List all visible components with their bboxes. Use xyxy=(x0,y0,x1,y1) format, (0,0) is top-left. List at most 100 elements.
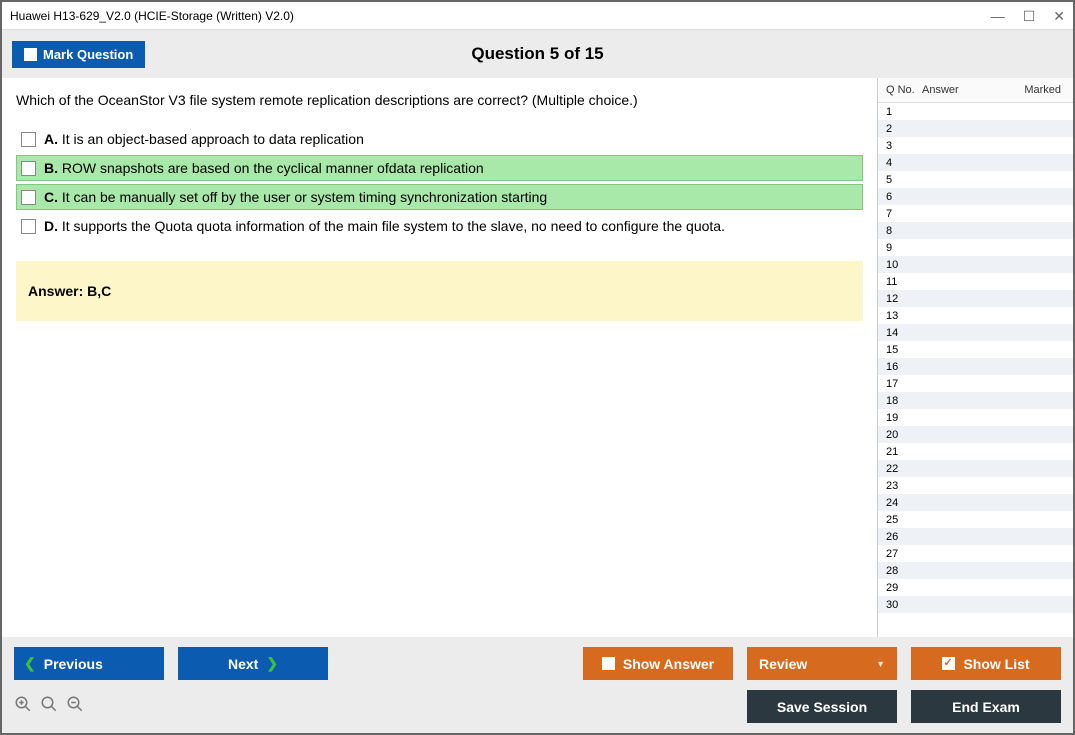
previous-label: Previous xyxy=(44,656,103,672)
checkbox-icon xyxy=(602,657,615,670)
titlebar: Huawei H13-629_V2.0 (HCIE-Storage (Writt… xyxy=(2,2,1073,30)
question-list-row[interactable]: 22 xyxy=(878,460,1073,477)
main-row: Which of the OceanStor V3 file system re… xyxy=(2,78,1073,637)
question-list-row[interactable]: 18 xyxy=(878,392,1073,409)
next-label: Next xyxy=(228,656,258,672)
question-list-row[interactable]: 9 xyxy=(878,239,1073,256)
next-button[interactable]: Next ❯ xyxy=(178,647,328,680)
question-list-row[interactable]: 26 xyxy=(878,528,1073,545)
option-row[interactable]: D. It supports the Quota quota informati… xyxy=(16,213,863,239)
row-qno: 18 xyxy=(882,395,922,407)
row-qno: 12 xyxy=(882,293,922,305)
question-list-row[interactable]: 14 xyxy=(878,324,1073,341)
question-list-row[interactable]: 12 xyxy=(878,290,1073,307)
question-list-row[interactable]: 17 xyxy=(878,375,1073,392)
question-list-row[interactable]: 15 xyxy=(878,341,1073,358)
header-qno: Q No. xyxy=(882,84,922,96)
question-list-row[interactable]: 23 xyxy=(878,477,1073,494)
question-list-row[interactable]: 16 xyxy=(878,358,1073,375)
save-session-button[interactable]: Save Session xyxy=(747,690,897,723)
show-answer-button[interactable]: Show Answer xyxy=(583,647,733,680)
question-list-row[interactable]: 11 xyxy=(878,273,1073,290)
row-qno: 2 xyxy=(882,123,922,135)
zoom-in-icon[interactable] xyxy=(14,695,32,718)
option-checkbox[interactable] xyxy=(21,190,36,205)
row-qno: 13 xyxy=(882,310,922,322)
question-list-row[interactable]: 28 xyxy=(878,562,1073,579)
show-list-button[interactable]: Show List xyxy=(911,647,1061,680)
row-qno: 10 xyxy=(882,259,922,271)
option-checkbox[interactable] xyxy=(21,161,36,176)
chevron-down-icon: ▼ xyxy=(876,659,885,669)
question-list-row[interactable]: 25 xyxy=(878,511,1073,528)
question-list-row[interactable]: 27 xyxy=(878,545,1073,562)
question-list-row[interactable]: 1 xyxy=(878,103,1073,120)
mark-question-button[interactable]: Mark Question xyxy=(12,41,145,68)
question-list-row[interactable]: 7 xyxy=(878,205,1073,222)
end-exam-button[interactable]: End Exam xyxy=(911,690,1061,723)
question-list-row[interactable]: 20 xyxy=(878,426,1073,443)
question-list-row[interactable]: 8 xyxy=(878,222,1073,239)
question-list-row[interactable]: 2 xyxy=(878,120,1073,137)
option-row[interactable]: B. ROW snapshots are based on the cyclic… xyxy=(16,155,863,181)
row-qno: 7 xyxy=(882,208,922,220)
bottom-row-1: ❮ Previous Next ❯ Show Answer Review ▼ S… xyxy=(14,647,1061,680)
question-list-row[interactable]: 6 xyxy=(878,188,1073,205)
row-qno: 8 xyxy=(882,225,922,237)
mark-checkbox-icon xyxy=(24,48,37,61)
row-qno: 29 xyxy=(882,582,922,594)
question-list-row[interactable]: 29 xyxy=(878,579,1073,596)
row-qno: 28 xyxy=(882,565,922,577)
row-qno: 21 xyxy=(882,446,922,458)
row-qno: 11 xyxy=(882,276,922,288)
row-qno: 4 xyxy=(882,157,922,169)
show-list-label: Show List xyxy=(963,656,1029,672)
question-counter: Question 5 of 15 xyxy=(471,44,603,64)
question-list-row[interactable]: 13 xyxy=(878,307,1073,324)
chevron-right-icon: ❯ xyxy=(266,655,278,672)
minimize-icon[interactable]: — xyxy=(991,9,1005,23)
question-list-panel: Q No. Answer Marked 12345678910111213141… xyxy=(877,78,1073,637)
end-exam-label: End Exam xyxy=(952,699,1020,715)
zoom-reset-icon[interactable] xyxy=(40,695,58,718)
header-answer: Answer xyxy=(922,84,982,96)
row-qno: 9 xyxy=(882,242,922,254)
question-text: Which of the OceanStor V3 file system re… xyxy=(16,92,863,108)
row-qno: 3 xyxy=(882,140,922,152)
row-qno: 1 xyxy=(882,106,922,118)
question-list-header: Q No. Answer Marked xyxy=(878,78,1073,103)
option-row[interactable]: A. It is an object-based approach to dat… xyxy=(16,126,863,152)
question-list-row[interactable]: 10 xyxy=(878,256,1073,273)
header-marked: Marked xyxy=(982,84,1069,96)
maximize-icon[interactable]: ☐ xyxy=(1023,9,1036,23)
answer-text: Answer: B,C xyxy=(28,283,111,299)
option-checkbox[interactable] xyxy=(21,219,36,234)
zoom-out-icon[interactable] xyxy=(66,695,84,718)
question-list-row[interactable]: 30 xyxy=(878,596,1073,613)
question-list-row[interactable]: 4 xyxy=(878,154,1073,171)
option-row[interactable]: C. It can be manually set off by the use… xyxy=(16,184,863,210)
row-qno: 23 xyxy=(882,480,922,492)
option-label: B. ROW snapshots are based on the cyclic… xyxy=(44,160,858,176)
chevron-left-icon: ❮ xyxy=(24,655,36,672)
answer-box: Answer: B,C xyxy=(16,261,863,321)
question-list-row[interactable]: 3 xyxy=(878,137,1073,154)
option-label: A. It is an object-based approach to dat… xyxy=(44,131,858,147)
question-list-row[interactable]: 19 xyxy=(878,409,1073,426)
previous-button[interactable]: ❮ Previous xyxy=(14,647,164,680)
review-button[interactable]: Review ▼ xyxy=(747,647,897,680)
close-icon[interactable]: ✕ xyxy=(1053,9,1065,23)
question-list-row[interactable]: 24 xyxy=(878,494,1073,511)
row-qno: 17 xyxy=(882,378,922,390)
show-answer-label: Show Answer xyxy=(623,656,714,672)
option-label: C. It can be manually set off by the use… xyxy=(44,189,858,205)
question-list-row[interactable]: 21 xyxy=(878,443,1073,460)
review-label: Review xyxy=(759,656,807,672)
question-area: Which of the OceanStor V3 file system re… xyxy=(2,78,877,637)
checkbox-checked-icon xyxy=(942,657,955,670)
question-list-body[interactable]: 1234567891011121314151617181920212223242… xyxy=(878,103,1073,637)
zoom-controls xyxy=(14,695,84,718)
option-checkbox[interactable] xyxy=(21,132,36,147)
option-label: D. It supports the Quota quota informati… xyxy=(44,218,858,234)
question-list-row[interactable]: 5 xyxy=(878,171,1073,188)
